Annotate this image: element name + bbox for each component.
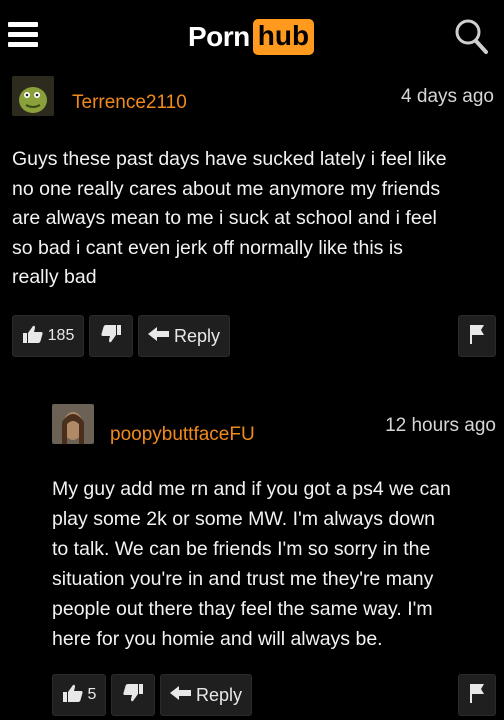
comment-line: situation you're in and trust me they're… bbox=[52, 568, 434, 590]
comment-line: My guy add me rn and if you got a ps4 we… bbox=[52, 478, 451, 500]
comment-body: My guy add me rn and if you got a ps4 we… bbox=[52, 474, 502, 654]
comment-line: so bad i cant even jerk off normally lik… bbox=[12, 236, 403, 259]
comment-line: are always mean to me i suck at school a… bbox=[12, 207, 437, 229]
flag-icon bbox=[468, 682, 486, 709]
reply-label: Reply bbox=[173, 325, 221, 346]
thumbs-down-icon bbox=[122, 683, 144, 708]
avatar[interactable] bbox=[12, 76, 54, 116]
comment-actions: 5 Reply bbox=[52, 674, 257, 716]
reply-comment: poopybuttfaceFU 12 hours ago My guy add … bbox=[0, 360, 504, 720]
comment-line: really bad bbox=[12, 266, 97, 288]
flag-button[interactable] bbox=[458, 315, 496, 357]
like-count: 185 bbox=[47, 327, 75, 344]
comment-line: here for you homie and will always be. bbox=[52, 628, 383, 650]
like-button[interactable]: 5 bbox=[52, 674, 106, 716]
comment-line: play some 2k or some MW. I'm always down bbox=[52, 508, 436, 530]
reply-button[interactable]: Reply bbox=[160, 674, 252, 716]
comment-timestamp: 4 days ago bbox=[401, 86, 494, 107]
flag-icon bbox=[468, 323, 486, 350]
like-count: 5 bbox=[87, 686, 97, 703]
comment-line: people out there thay feel the same way.… bbox=[52, 598, 433, 620]
reply-arrow-icon bbox=[147, 326, 170, 347]
thumbs-up-icon bbox=[62, 683, 84, 708]
comment-timestamp: 12 hours ago bbox=[385, 415, 496, 436]
comment-username[interactable]: poopybuttfaceFU bbox=[110, 424, 255, 446]
like-button[interactable]: 185 bbox=[12, 315, 84, 357]
thumbs-down-icon bbox=[100, 324, 122, 349]
comment: Terrence2110 4 days ago Guys these past … bbox=[0, 0, 504, 360]
comment-body: Guys these past days have sucked lately … bbox=[12, 145, 502, 293]
dislike-button[interactable] bbox=[111, 674, 155, 716]
thumbs-up-icon bbox=[22, 324, 44, 349]
comment-line: Guys these past days have sucked lately … bbox=[12, 148, 447, 170]
comment-actions: 185 Reply bbox=[12, 315, 235, 357]
reply-arrow-icon bbox=[169, 685, 192, 706]
avatar[interactable] bbox=[52, 404, 94, 444]
dislike-button[interactable] bbox=[89, 315, 133, 357]
comment-line: to talk. We can be friends I'm so sorry … bbox=[52, 538, 431, 560]
comment-line: no one really cares about me anymore my … bbox=[12, 177, 441, 200]
flag-button[interactable] bbox=[458, 674, 496, 716]
reply-label: Reply bbox=[195, 684, 243, 705]
comment-username[interactable]: Terrence2110 bbox=[72, 92, 187, 114]
reply-button[interactable]: Reply bbox=[138, 315, 230, 357]
